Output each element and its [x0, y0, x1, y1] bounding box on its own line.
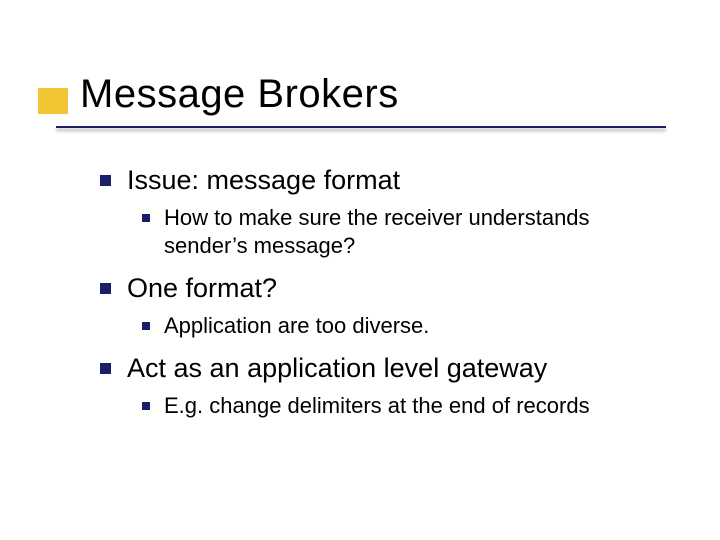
title-accent-block [38, 88, 68, 114]
title-underline [56, 126, 666, 128]
list-item: How to make sure the receiver understand… [142, 204, 670, 260]
square-bullet-icon [100, 363, 111, 374]
list-item: Application are too diverse. [142, 312, 670, 340]
list-item-text: One format? [127, 272, 277, 306]
square-bullet-icon [100, 283, 111, 294]
list-item-text: Issue: message format [127, 164, 400, 198]
list-item: One format? [100, 272, 670, 306]
list-item: E.g. change delimiters at the end of rec… [142, 392, 670, 420]
slide-content: Issue: message format How to make sure t… [100, 152, 670, 424]
list-item-text: Act as an application level gateway [127, 352, 547, 386]
square-bullet-icon [142, 322, 150, 330]
list-item: Issue: message format [100, 164, 670, 198]
square-bullet-icon [100, 175, 111, 186]
list-item-text: Application are too diverse. [164, 312, 429, 340]
list-item-text: How to make sure the receiver understand… [164, 204, 670, 260]
square-bullet-icon [142, 402, 150, 410]
list-item: Act as an application level gateway [100, 352, 670, 386]
square-bullet-icon [142, 214, 150, 222]
list-item-text: E.g. change delimiters at the end of rec… [164, 392, 590, 420]
slide: Message Brokers Issue: message format Ho… [0, 0, 720, 540]
slide-title: Message Brokers [80, 72, 399, 117]
